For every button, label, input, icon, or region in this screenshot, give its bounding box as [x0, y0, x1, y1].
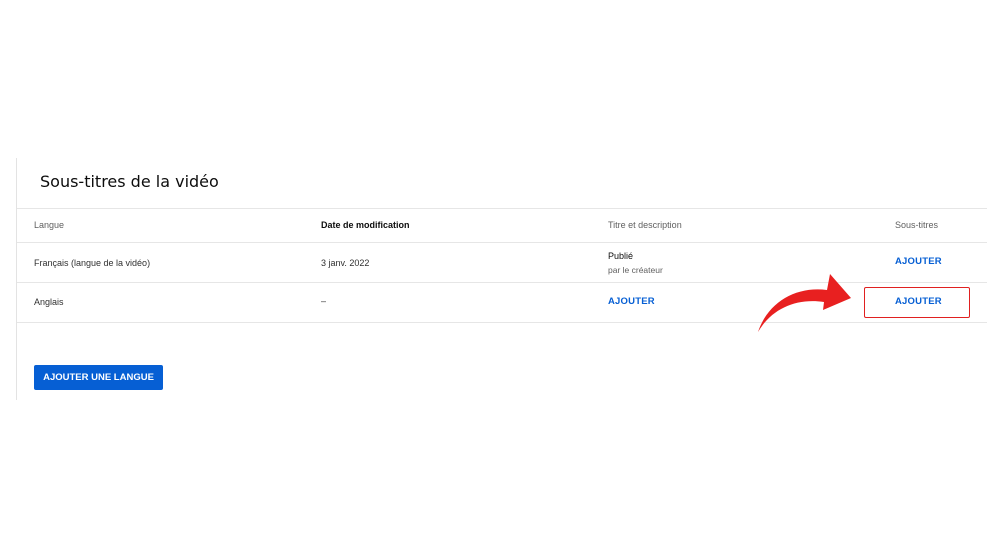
title-status-sub: par le créateur — [608, 265, 663, 275]
divider — [17, 242, 987, 243]
add-subtitles-button[interactable]: AJOUTER — [895, 296, 942, 307]
column-header-language: Langue — [34, 220, 65, 230]
add-language-button[interactable]: AJOUTER UNE LANGUE — [34, 365, 163, 390]
add-title-description-button[interactable]: AJOUTER — [608, 296, 655, 307]
column-header-title-description: Titre et description — [608, 220, 682, 230]
divider — [17, 208, 987, 209]
red-curved-arrow-icon — [758, 274, 851, 332]
page-title: Sous-titres de la vidéo — [40, 172, 219, 191]
row-date: 3 janv. 2022 — [321, 258, 370, 268]
row-language: Anglais — [34, 297, 64, 307]
column-header-subtitles: Sous-titres — [895, 220, 939, 230]
row-language: Français (langue de la vidéo) — [34, 258, 151, 268]
column-header-date[interactable]: Date de modification — [321, 220, 410, 230]
add-subtitles-button[interactable]: AJOUTER — [895, 256, 942, 267]
row-date: – — [321, 296, 327, 306]
title-status: Publié — [608, 251, 634, 261]
